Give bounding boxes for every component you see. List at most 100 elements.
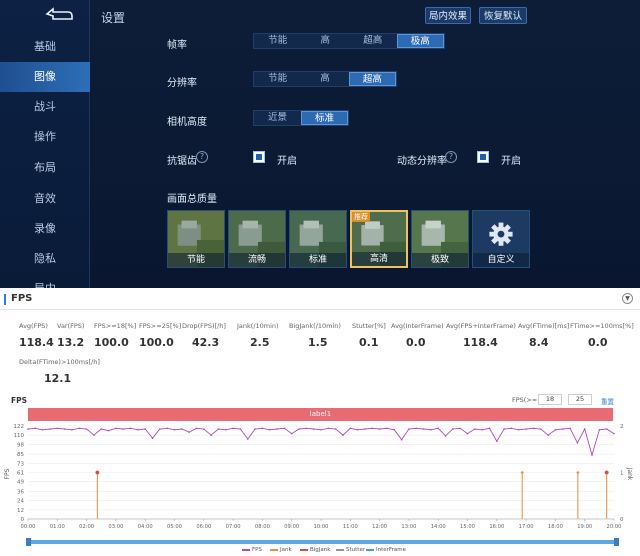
fps-point xyxy=(290,432,293,435)
x-tick-label: 12:00 xyxy=(372,524,387,530)
metric-label: Drop(FPS)[/h] xyxy=(182,322,226,330)
sidebar-item-replay[interactable]: 录像 xyxy=(0,214,90,244)
local-effect-button[interactable]: 局内效果 xyxy=(425,7,471,24)
sidebar-item-layout[interactable]: 布局 xyxy=(0,153,90,183)
fps-series-line xyxy=(27,427,615,457)
back-arrow-icon[interactable] xyxy=(44,7,74,21)
x-tick-label: 05:00 xyxy=(167,524,182,530)
fps-threshold-input[interactable]: 18 xyxy=(538,394,562,405)
sidebar-item-audio[interactable]: 音效 xyxy=(0,184,90,214)
frame-rate-option[interactable]: 节能 xyxy=(254,34,302,48)
fps-point xyxy=(144,428,146,430)
quality-preset-card[interactable]: 自定义 xyxy=(472,210,530,268)
fps-point xyxy=(444,435,447,437)
restore-default-button[interactable]: 恢复默认 xyxy=(479,7,527,24)
y-tick-label: 110 xyxy=(14,433,25,439)
reset-link[interactable]: 重置 xyxy=(601,396,614,406)
fps-threshold-input[interactable]: 25 xyxy=(568,394,592,405)
resolution-option[interactable]: 节能 xyxy=(254,72,301,86)
fps-point xyxy=(583,428,586,430)
fps-point xyxy=(100,428,103,430)
fps-line xyxy=(27,427,615,457)
camera-height-option-selected[interactable]: 标准 xyxy=(300,111,348,125)
legend-swatch xyxy=(366,548,374,551)
metric-label: Delta(FTime)>100ms[/h] xyxy=(19,358,100,366)
quality-preset-card[interactable]: 极致 xyxy=(411,210,469,268)
quality-preset-card-selected[interactable]: 推荐 高清 xyxy=(350,210,408,268)
fps-point xyxy=(356,429,359,431)
recommended-badge: 推荐 xyxy=(352,212,370,222)
fps-point xyxy=(415,427,418,430)
frame-rate-label: 帧率 xyxy=(167,40,187,51)
metric-value: 1.5 xyxy=(308,336,328,349)
fps-point xyxy=(327,427,330,430)
fps-point xyxy=(305,427,308,430)
metric-label: FPS>=25[%] xyxy=(139,322,182,330)
antialiasing-checkbox[interactable] xyxy=(253,151,265,163)
frame-rate-option-selected[interactable]: 极高 xyxy=(396,34,445,48)
fps-point xyxy=(210,434,212,436)
quality-preset-card[interactable]: 流畅 xyxy=(228,210,286,268)
x-tick-label: 19:00 xyxy=(577,524,592,530)
settings-sidebar: 基础 图像 战斗 操作 布局 音效 录像 隐私 局内 xyxy=(0,0,90,288)
metric-value: 0.1 xyxy=(359,336,379,349)
fps-point xyxy=(517,429,520,431)
overall-quality-label: 画面总质量 xyxy=(167,194,217,205)
chart-grid xyxy=(28,425,614,520)
y-tick-label: 85 xyxy=(17,452,24,458)
sidebar-item-ingame[interactable]: 局内 xyxy=(0,274,90,288)
legend-item[interactable]: FPS xyxy=(242,547,262,553)
timeline-scrollbar[interactable] xyxy=(28,540,618,544)
legend-item[interactable]: Jank xyxy=(270,547,292,553)
y-tick-label: 0 xyxy=(21,517,25,523)
x-tick-label: 00:00 xyxy=(21,524,36,530)
y-tick-label: 36 xyxy=(17,490,24,496)
camera-height-option[interactable]: 近景 xyxy=(254,111,301,125)
metric-label: Avg(FTime)[ms] xyxy=(518,322,570,330)
fps-point xyxy=(268,429,271,431)
legend-label: InterFrame xyxy=(376,547,407,553)
resolution-option-selected[interactable]: 超高 xyxy=(348,72,397,86)
help-icon[interactable]: ? xyxy=(196,151,208,163)
preset-label: 流畅 xyxy=(229,253,285,267)
fps-point xyxy=(437,427,440,430)
game-settings-panel: 基础 图像 战斗 操作 布局 音效 录像 隐私 局内 设置 局内效果 恢复默认 … xyxy=(0,0,640,288)
fps-point xyxy=(78,427,81,430)
scrollbar-handle-right[interactable] xyxy=(614,538,619,546)
frame-rate-option[interactable]: 高 xyxy=(302,34,350,48)
x-tick-label: 04:00 xyxy=(138,524,153,530)
fps-point xyxy=(115,427,117,430)
dynamic-resolution-checkbox[interactable] xyxy=(477,151,489,163)
fps-point xyxy=(254,428,256,430)
help-icon[interactable]: ? xyxy=(445,151,457,163)
header-accent-bar xyxy=(4,294,6,305)
sidebar-item-graphics[interactable]: 图像 xyxy=(0,62,90,92)
sidebar-item-combat[interactable]: 战斗 xyxy=(0,92,90,122)
x-tick-label: 03:00 xyxy=(108,524,123,530)
sidebar-item-privacy[interactable]: 隐私 xyxy=(0,244,90,274)
fps-point xyxy=(452,428,454,430)
y-tick-label: 49 xyxy=(17,480,24,486)
y-tick-label: 122 xyxy=(14,424,25,430)
fps-point xyxy=(63,428,66,430)
fps-point xyxy=(239,428,242,430)
collapse-icon[interactable]: ▼ xyxy=(622,293,633,304)
frame-rate-option[interactable]: 超高 xyxy=(349,34,397,48)
fps-point xyxy=(34,427,37,430)
legend-item[interactable]: BigJank xyxy=(300,547,330,553)
fps-point xyxy=(246,438,249,440)
x-tick-label: 11:00 xyxy=(343,524,358,530)
scrollbar-handle-left[interactable] xyxy=(26,538,31,546)
fps-point xyxy=(547,434,549,436)
metric-label: Jank(/10min) xyxy=(237,322,279,330)
quality-preset-card[interactable]: 标准 xyxy=(289,210,347,268)
legend-item[interactable]: InterFrame xyxy=(366,547,406,553)
label-band[interactable]: label1 xyxy=(28,408,613,421)
sidebar-item-basic[interactable]: 基础 xyxy=(0,32,90,62)
sidebar-item-controls[interactable]: 操作 xyxy=(0,122,90,152)
quality-preset-card[interactable]: 节能 xyxy=(167,210,225,268)
resolution-option[interactable]: 高 xyxy=(301,72,348,86)
x-tick-label: 13:00 xyxy=(401,524,416,530)
fps-point xyxy=(371,427,374,430)
legend-item[interactable]: Stutter xyxy=(336,547,365,553)
